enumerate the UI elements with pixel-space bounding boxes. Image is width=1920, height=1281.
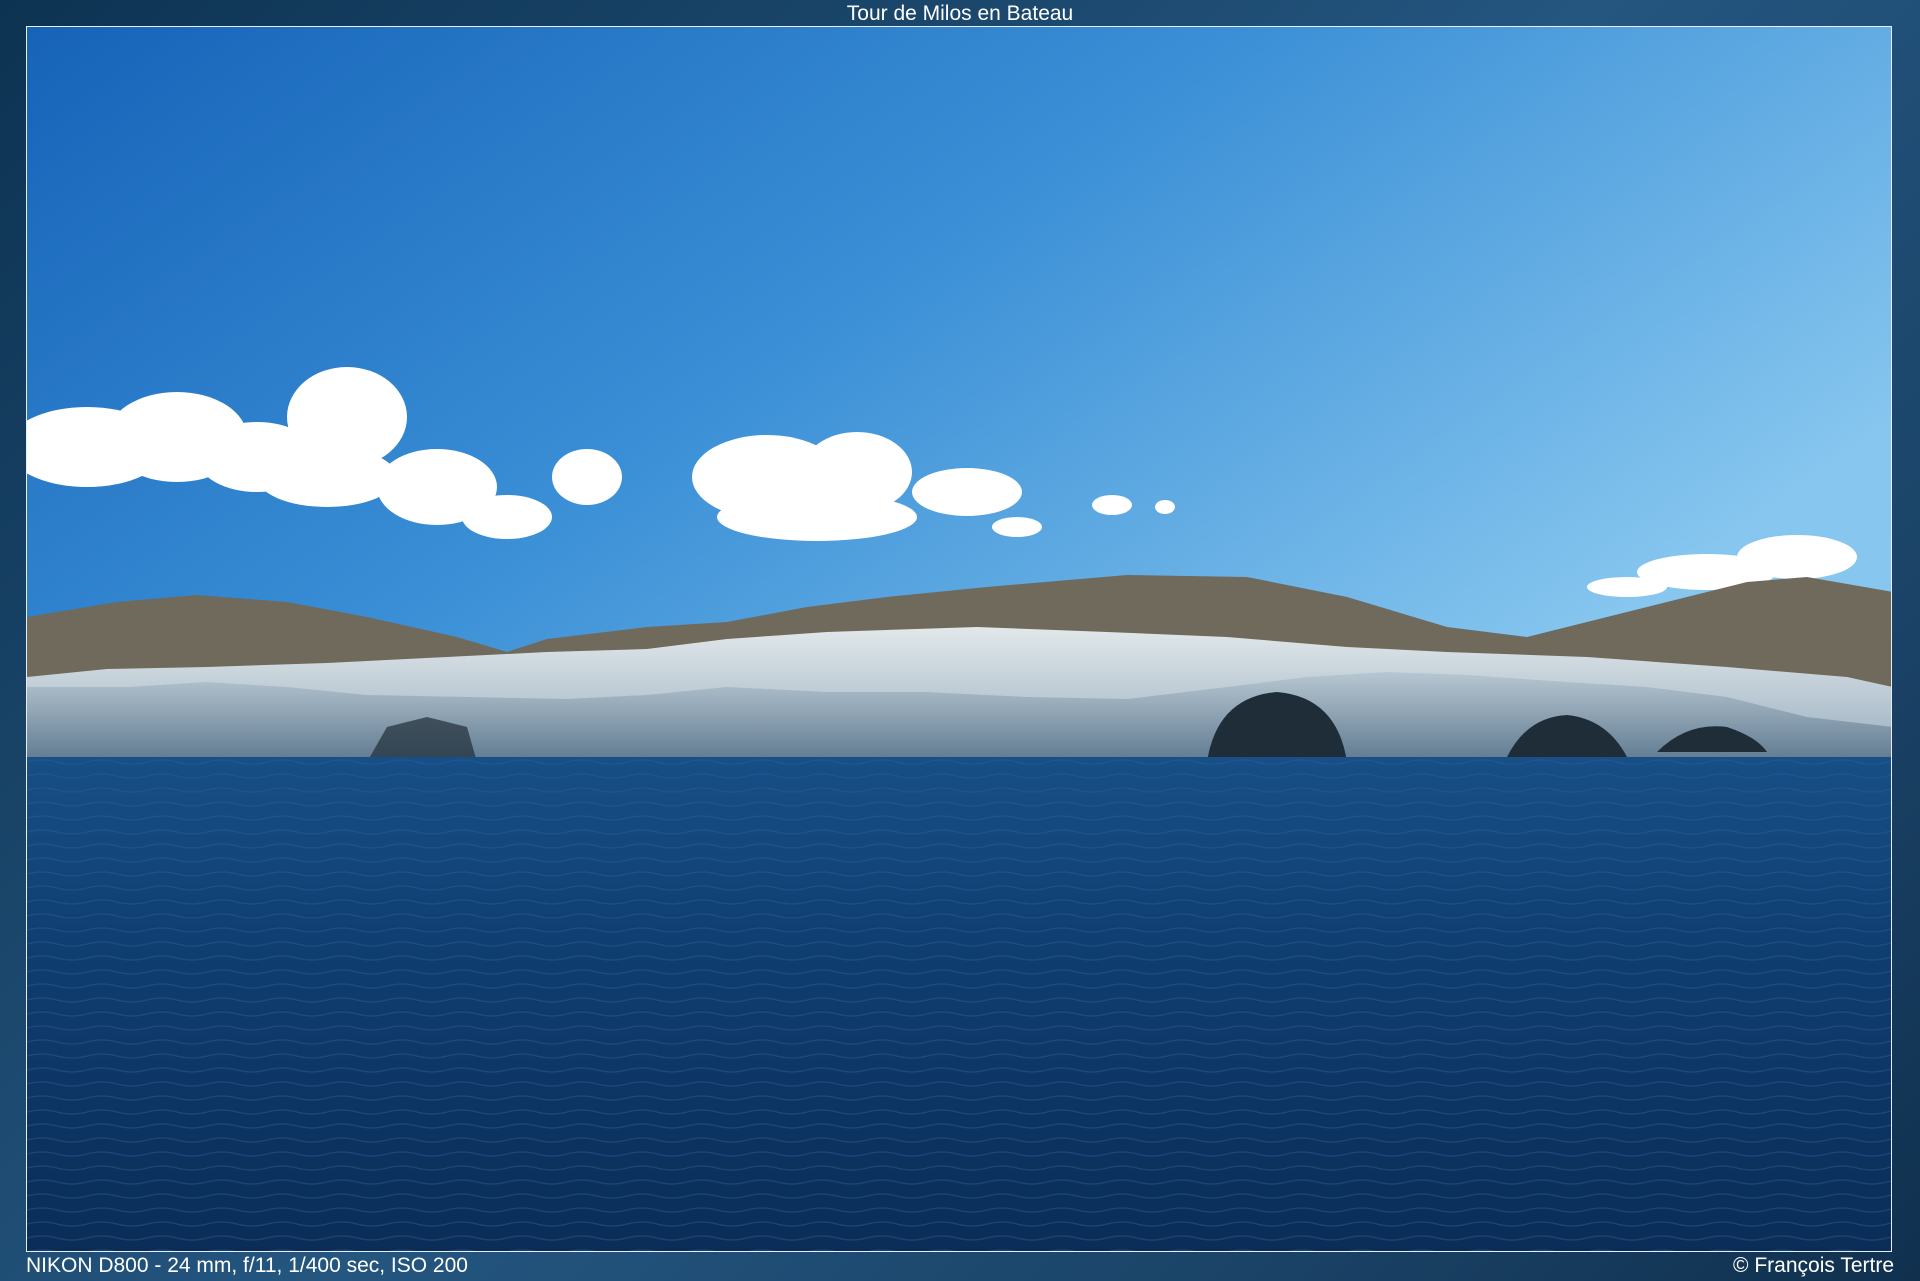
landscape-photo	[27, 27, 1891, 1251]
photo-viewer[interactable]	[26, 26, 1892, 1252]
gallery-title: Tour de Milos en Bateau	[846, 2, 1074, 25]
copyright-notice: © François Tertre	[1733, 1254, 1894, 1277]
exif-info: NIKON D800 - 24 mm, f/11, 1/400 sec, ISO…	[26, 1254, 468, 1277]
sea-ripples	[27, 757, 1891, 1251]
